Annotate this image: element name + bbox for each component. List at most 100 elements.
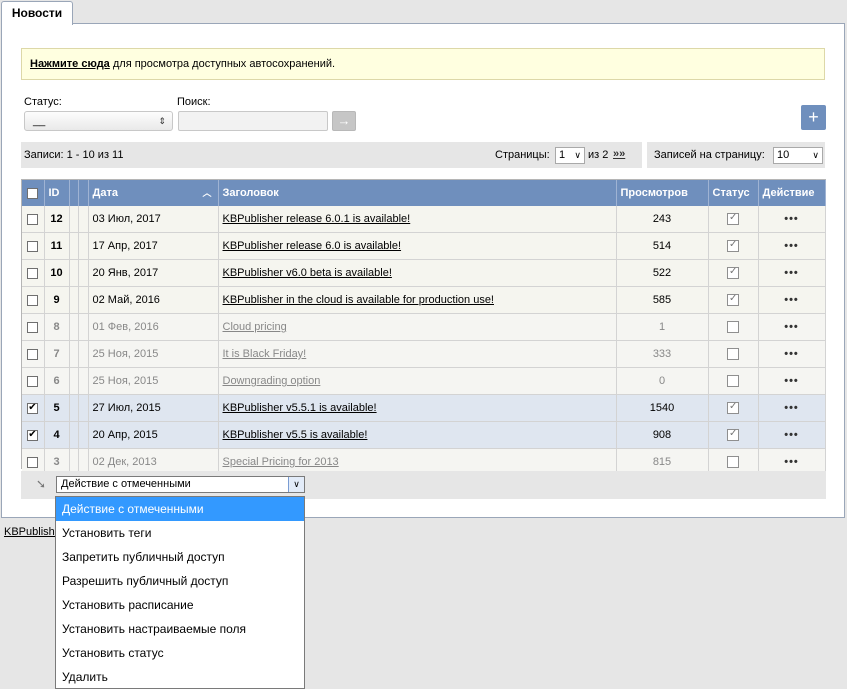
search-input[interactable] (178, 111, 328, 131)
row-title-link[interactable]: Cloud pricing (223, 321, 287, 333)
bulk-action-option[interactable]: Установить статус (56, 641, 304, 665)
table-row[interactable]: 4 20 Апр, 2015 KBPublisher v5.5 is availab… (22, 421, 826, 449)
select-all-checkbox[interactable] (27, 187, 39, 199)
bulk-action-option[interactable]: Установить настраиваемые поля (56, 617, 304, 641)
bulk-action-option[interactable]: Удалить (56, 665, 304, 689)
row-date: 20 Апр, 2015 (88, 421, 219, 449)
row-views: 0 (616, 367, 709, 395)
row-title-link[interactable]: KBPublisher v6.0 beta is available! (223, 267, 392, 279)
per-page-bar: Записей на страницу: 10 ∨ (647, 142, 825, 168)
row-checkbox[interactable] (27, 213, 39, 225)
tab-news[interactable]: Новости (1, 1, 73, 25)
row-status-cell (708, 286, 759, 314)
chevron-down-icon[interactable]: ∨ (288, 477, 304, 492)
col-status[interactable]: Статус (708, 180, 759, 206)
bulk-action-dropdown: Действие с отмеченными Установить теги Зап… (55, 496, 305, 689)
row-views: 585 (616, 286, 709, 314)
row-checkbox[interactable] (27, 375, 39, 387)
bulk-action-option[interactable]: Установить теги (56, 521, 304, 545)
table-row[interactable]: 5 27 Июл, 2015 KBPublisher v5.5.1 is avail… (22, 394, 826, 422)
col-id[interactable]: ID (44, 180, 70, 206)
table-row[interactable]: 11 17 Апр, 2017 KBPublisher release 6.0 is… (22, 232, 826, 260)
row-title-link[interactable]: KBPublisher release 6.0 is available! (223, 240, 402, 252)
row-blank-2 (78, 394, 89, 422)
status-checkbox[interactable] (727, 321, 739, 334)
status-select[interactable]: __ ⇕ (24, 111, 173, 131)
col-title[interactable]: Заголовок (218, 180, 617, 206)
table-row[interactable]: 6 25 Ноя, 2015 Downgrading option 0 ••• (22, 367, 826, 395)
table-row[interactable]: 9 02 Май, 2016 KBPublisher in the cloud is… (22, 286, 826, 314)
row-checkbox[interactable] (27, 267, 39, 279)
footer-link[interactable]: KBPublishe (4, 526, 61, 538)
more-icon[interactable]: ••• (784, 294, 799, 306)
row-checkbox[interactable] (27, 294, 39, 306)
row-checkbox[interactable] (27, 348, 39, 360)
bulk-action-option[interactable]: Установить расписание (56, 593, 304, 617)
row-title-link[interactable]: Downgrading option (223, 375, 321, 387)
page-select[interactable]: 1 ∨ (555, 147, 585, 164)
more-icon[interactable]: ••• (784, 348, 799, 360)
status-checkbox[interactable] (727, 401, 739, 415)
row-title-link[interactable]: KBPublisher release 6.0.1 is available! (223, 213, 411, 225)
arrow-right-icon: → (337, 113, 351, 128)
row-checkbox[interactable] (27, 321, 39, 333)
row-views: 908 (616, 421, 709, 449)
row-checkbox[interactable] (27, 456, 39, 468)
plus-icon: + (808, 107, 819, 127)
more-icon[interactable]: ••• (784, 456, 799, 468)
row-checkbox[interactable] (27, 240, 39, 252)
bulk-action-select[interactable]: Действие с отмеченными ∨ (56, 476, 305, 493)
pages-of: из 2 (588, 149, 609, 161)
status-checkbox[interactable] (727, 239, 739, 253)
more-icon[interactable]: ••• (784, 321, 799, 333)
row-title-link[interactable]: Special Pricing for 2013 (223, 456, 339, 468)
autosave-link[interactable]: Нажмите сюда (30, 58, 110, 70)
row-title-cell: KBPublisher in the cloud is available fo… (218, 286, 617, 314)
search-go-button[interactable]: → (332, 111, 356, 131)
row-views: 522 (616, 259, 709, 287)
more-icon[interactable]: ••• (784, 429, 799, 441)
status-checkbox[interactable] (727, 375, 739, 388)
row-title-cell: Cloud pricing (218, 313, 617, 341)
table-row[interactable]: 8 01 Фев, 2016 Cloud pricing 1 ••• (22, 313, 826, 341)
add-news-button[interactable]: + (801, 105, 826, 130)
row-title-link[interactable]: KBPublisher in the cloud is available fo… (223, 294, 495, 306)
col-date-label: Дата (92, 187, 118, 199)
more-icon[interactable]: ••• (784, 213, 799, 225)
status-checkbox[interactable] (727, 293, 739, 307)
row-date: 01 Фев, 2016 (88, 313, 219, 341)
status-checkbox[interactable] (727, 212, 739, 226)
status-checkbox[interactable] (727, 266, 739, 280)
table-row[interactable]: 10 20 Янв, 2017 KBPublisher v6.0 beta is a… (22, 259, 826, 287)
more-icon[interactable]: ••• (784, 267, 799, 279)
row-blank-2 (78, 206, 89, 233)
bulk-action-option[interactable]: Запретить публичный доступ (56, 545, 304, 569)
row-status-cell (708, 206, 759, 233)
col-date[interactable]: Дата ︿ (88, 180, 219, 206)
col-views[interactable]: Просмотров (616, 180, 709, 206)
table-row[interactable]: 12 03 Июл, 2017 KBPublisher release 6.0.1 … (22, 206, 826, 233)
row-views: 243 (616, 206, 709, 233)
pages-label: Страницы: (495, 149, 550, 161)
row-blank-2 (78, 367, 89, 395)
status-checkbox[interactable] (727, 348, 739, 361)
updown-icon: ⇕ (158, 116, 166, 126)
row-checkbox-cell (22, 259, 45, 287)
row-checkbox[interactable] (27, 429, 39, 441)
bulk-action-option[interactable]: Действие с отмеченными (56, 497, 304, 521)
status-checkbox[interactable] (727, 428, 739, 442)
table-row[interactable]: 7 25 Ноя, 2015 It is Black Friday! 333 ••• (22, 340, 826, 368)
status-label: Статус: (24, 96, 62, 108)
more-icon[interactable]: ••• (784, 402, 799, 414)
row-title-link[interactable]: It is Black Friday! (223, 348, 307, 360)
status-checkbox[interactable] (727, 456, 739, 469)
per-page-select[interactable]: 10 ∨ (773, 147, 823, 164)
row-title-link[interactable]: KBPublisher v5.5.1 is available! (223, 402, 377, 414)
row-title-link[interactable]: KBPublisher v5.5 is available! (223, 429, 368, 441)
more-icon[interactable]: ••• (784, 240, 799, 252)
next-page-link[interactable]: »» (613, 148, 625, 160)
more-icon[interactable]: ••• (784, 375, 799, 387)
row-checkbox[interactable] (27, 402, 39, 414)
row-status-cell (708, 367, 759, 395)
bulk-action-option[interactable]: Разрешить публичный доступ (56, 569, 304, 593)
